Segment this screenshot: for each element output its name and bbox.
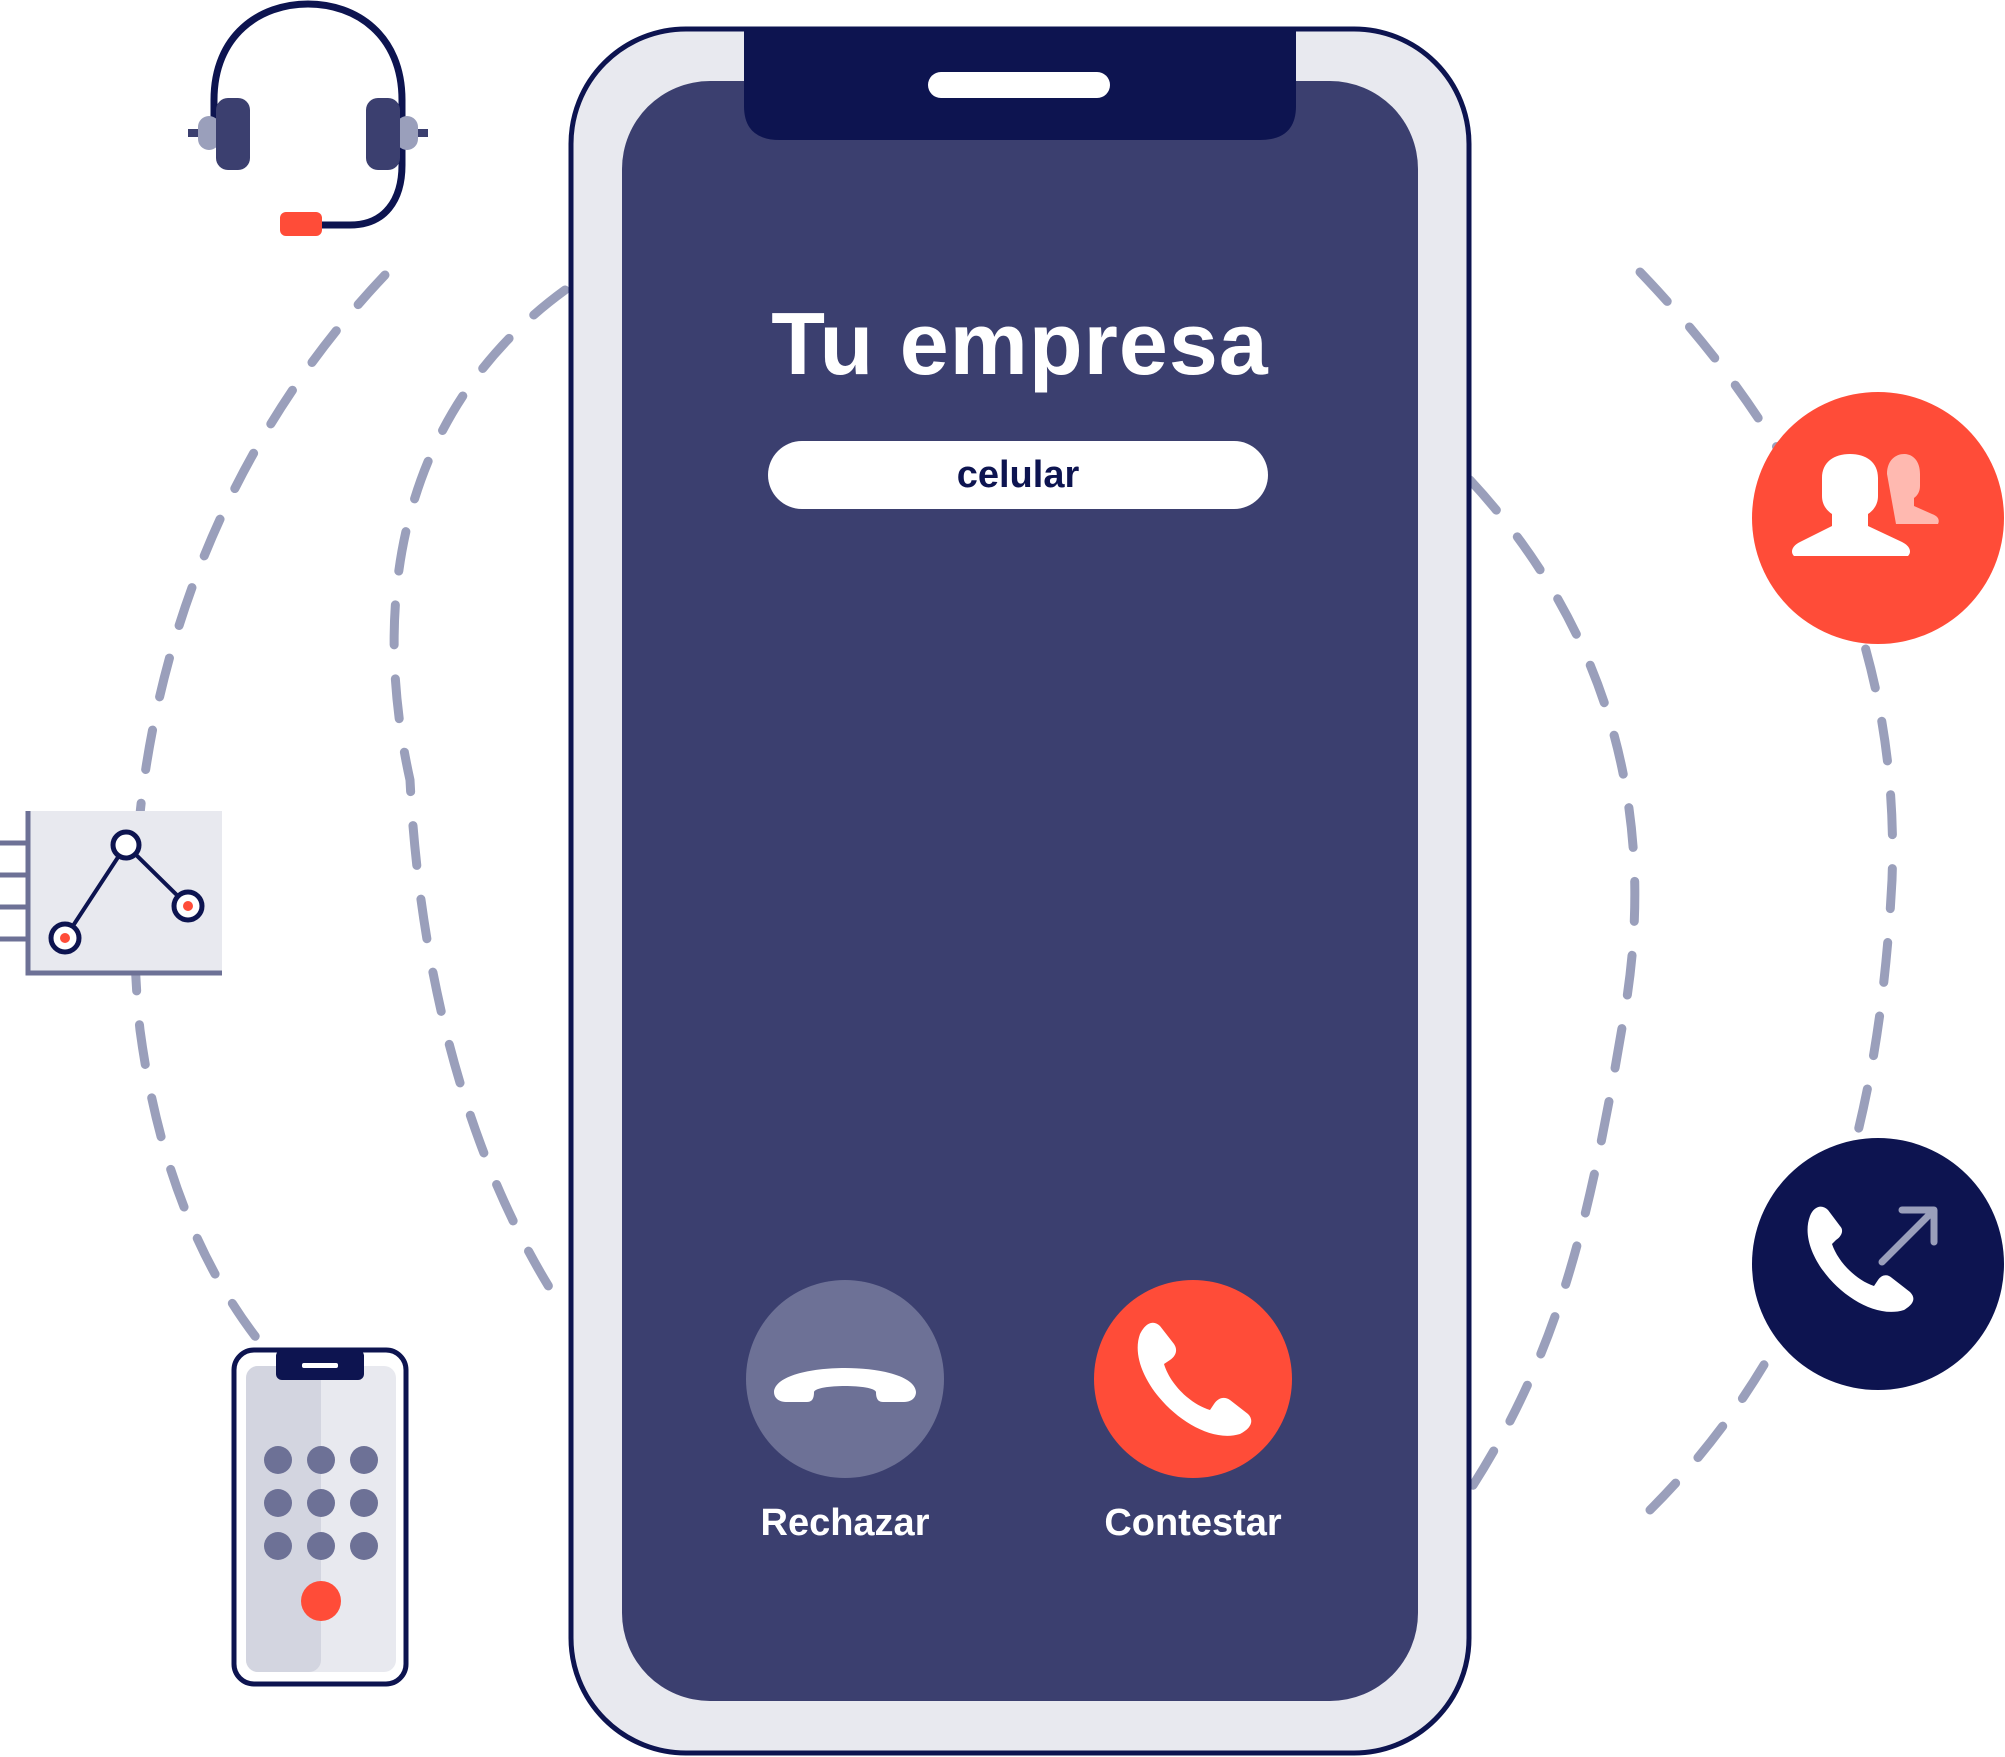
answer-label: Contestar: [1104, 1502, 1282, 1544]
line-chart-icon: [0, 811, 222, 976]
call-forward-icon: [1752, 1138, 2004, 1390]
dialpad-phone-icon: [231, 1347, 409, 1687]
contacts-icon: [1752, 392, 2004, 644]
line-type-badge: celular: [768, 441, 1268, 509]
phone-device: [568, 26, 1472, 1756]
headset-icon: [188, 0, 428, 236]
reject-label: Rechazar: [760, 1502, 930, 1544]
reject-button[interactable]: [746, 1280, 944, 1478]
caller-name: Tu empresa: [771, 294, 1269, 393]
answer-button[interactable]: [1094, 1280, 1292, 1478]
